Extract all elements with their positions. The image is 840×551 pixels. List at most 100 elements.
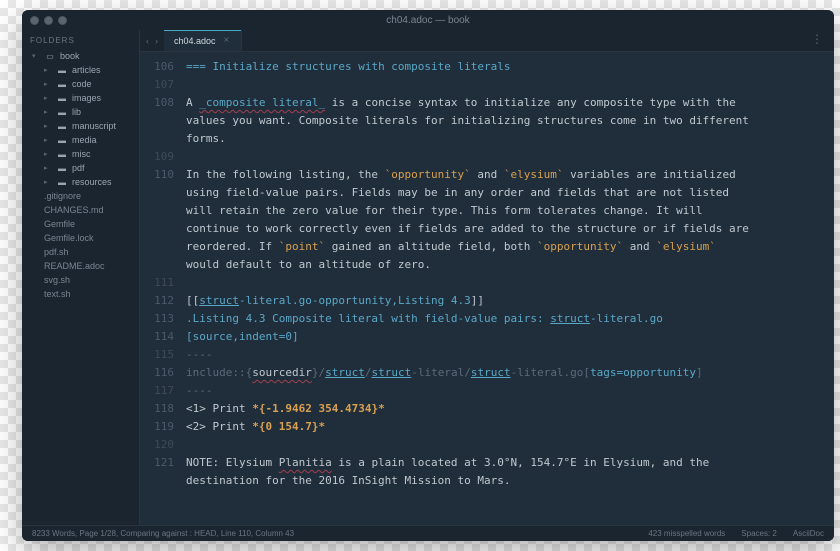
tree-folder[interactable]: ▸▬pdf: [22, 161, 139, 175]
tree-file[interactable]: .gitignore: [22, 189, 139, 203]
code-line[interactable]: reordered. If `point` gained an altitude…: [186, 238, 824, 256]
tree-label: lib: [72, 107, 81, 117]
tree-label: resources: [72, 177, 112, 187]
caret-right-icon: ▸: [44, 66, 52, 74]
line-number: 112: [140, 292, 174, 310]
tree-folder[interactable]: ▸▬misc: [22, 147, 139, 161]
line-number: 115: [140, 346, 174, 364]
code-line[interactable]: [source,indent=0]: [186, 328, 824, 346]
folder-icon: ▬: [57, 80, 67, 89]
tree-folder[interactable]: ▸ ▬ media: [22, 133, 139, 147]
tree-folder[interactable]: ▸ ▬ lib: [22, 105, 139, 119]
line-number: 106: [140, 58, 174, 76]
tree-label: misc: [72, 149, 91, 159]
tree-folder[interactable]: ▸▬resources: [22, 175, 139, 189]
code-line[interactable]: A _composite literal_ is a concise synta…: [186, 94, 824, 112]
folder-tree[interactable]: ▾ ▭ book ▸▬articles▸▬code▸▬images▸▬lib▸▬…: [22, 49, 139, 525]
code-line[interactable]: [[struct-literal.go-opportunity,Listing …: [186, 292, 824, 310]
tree-folder[interactable]: ▸▬images: [22, 91, 139, 105]
tree-file[interactable]: svg.sh: [22, 273, 139, 287]
line-number: 116: [140, 364, 174, 382]
window-title: ch04.adoc — book: [22, 15, 834, 26]
status-misspelled[interactable]: 423 misspelled words: [648, 529, 725, 538]
tab-forward-icon[interactable]: ›: [155, 36, 158, 46]
status-syntax[interactable]: AsciiDoc: [793, 529, 824, 538]
code-line[interactable]: values you want. Composite literals for …: [186, 112, 824, 130]
editor-area[interactable]: 1061071081091101111121131141151161171181…: [140, 52, 834, 525]
caret-right-icon: ▸: [44, 94, 52, 102]
tab-active[interactable]: ch04.adoc ×: [164, 30, 242, 51]
caret-right-icon: ▸: [44, 136, 52, 144]
tree-label: svg.sh: [44, 275, 70, 285]
code-line[interactable]: would default to an altitude of zero.: [186, 256, 824, 274]
code-line[interactable]: <1> Print *{-1.9462 354.4734}*: [186, 400, 824, 418]
tab-back-icon[interactable]: ‹: [146, 36, 149, 46]
code-line[interactable]: In the following listing, the `opportuni…: [186, 166, 824, 184]
tree-folder[interactable]: ▸▬manuscript: [22, 119, 139, 133]
status-left: 8233 Words, Page 1/28, Comparing against…: [32, 529, 294, 538]
caret-right-icon: ▸: [44, 80, 52, 88]
code-line[interactable]: .Listing 4.3 Composite literal with fiel…: [186, 310, 824, 328]
line-number: [140, 256, 174, 274]
tab-nav: ‹ ›: [140, 30, 164, 51]
tree-label: Gemfile.lock: [44, 233, 94, 243]
line-number: 120: [140, 436, 174, 454]
tree-label: media: [72, 135, 97, 145]
code-line[interactable]: continue to work correctly even if field…: [186, 220, 824, 238]
caret-right-icon: ▸: [44, 108, 52, 116]
status-spaces[interactable]: Spaces: 2: [741, 529, 777, 538]
tree-file[interactable]: CHANGES.md: [22, 203, 139, 217]
tab-overflow-icon[interactable]: ⋮: [811, 30, 834, 51]
code-line[interactable]: [186, 148, 824, 166]
code-line[interactable]: NOTE: Elysium Planitia is a plain locate…: [186, 454, 824, 472]
tree-file[interactable]: Gemfile.lock: [22, 231, 139, 245]
sidebar: FOLDERS ▾ ▭ book ▸▬articles▸▬code▸▬image…: [22, 30, 140, 525]
tree-label: Gemfile: [44, 219, 75, 229]
caret-right-icon: ▸: [44, 150, 52, 158]
folder-icon: ▬: [57, 108, 67, 117]
status-bar: 8233 Words, Page 1/28, Comparing against…: [22, 525, 834, 541]
folder-icon: ▬: [57, 66, 67, 75]
code-line[interactable]: ----: [186, 382, 824, 400]
caret-right-icon: ▸: [44, 122, 52, 130]
line-number: [140, 130, 174, 148]
code-line[interactable]: include::{sourcedir}/struct/struct-liter…: [186, 364, 824, 382]
tree-file[interactable]: README.adoc: [22, 259, 139, 273]
code-line[interactable]: <2> Print *{0 154.7}*: [186, 418, 824, 436]
tree-label: .gitignore: [44, 191, 81, 201]
code-line[interactable]: [186, 436, 824, 454]
tree-file[interactable]: pdf.sh: [22, 245, 139, 259]
line-number: 109: [140, 148, 174, 166]
folder-icon: ▬: [57, 136, 67, 145]
code-line[interactable]: ----: [186, 346, 824, 364]
tree-label: book: [60, 51, 80, 61]
tree-root[interactable]: ▾ ▭ book: [22, 49, 139, 63]
tree-label: images: [72, 93, 101, 103]
sidebar-header: FOLDERS: [22, 30, 139, 49]
code-content[interactable]: === Initialize structures with composite…: [182, 52, 834, 525]
line-number: [140, 202, 174, 220]
code-line[interactable]: === Initialize structures with composite…: [186, 58, 824, 76]
tree-file[interactable]: Gemfile: [22, 217, 139, 231]
code-line[interactable]: using field-value pairs. Fields may be i…: [186, 184, 824, 202]
tab-label: ch04.adoc: [174, 36, 216, 46]
line-number: [140, 472, 174, 490]
line-number: 111: [140, 274, 174, 292]
tree-file[interactable]: text.sh: [22, 287, 139, 301]
code-line[interactable]: will retain the zero value for their typ…: [186, 202, 824, 220]
line-number: 113: [140, 310, 174, 328]
line-number: [140, 112, 174, 130]
code-line[interactable]: [186, 274, 824, 292]
tree-folder[interactable]: ▸ ▬ articles: [22, 63, 139, 77]
code-line[interactable]: destination for the 2016 InSight Mission…: [186, 472, 824, 490]
tab-close-icon[interactable]: ×: [224, 35, 230, 46]
tree-label: text.sh: [44, 289, 71, 299]
tree-label: articles: [72, 65, 101, 75]
line-number: 121: [140, 454, 174, 472]
caret-right-icon: ▸: [44, 164, 52, 172]
tree-folder[interactable]: ▸▬code: [22, 77, 139, 91]
code-line[interactable]: forms.: [186, 130, 824, 148]
editor-main: ‹ › ch04.adoc × ⋮ 1061071081091101111121…: [140, 30, 834, 525]
code-line[interactable]: [186, 76, 824, 94]
line-number: 107: [140, 76, 174, 94]
